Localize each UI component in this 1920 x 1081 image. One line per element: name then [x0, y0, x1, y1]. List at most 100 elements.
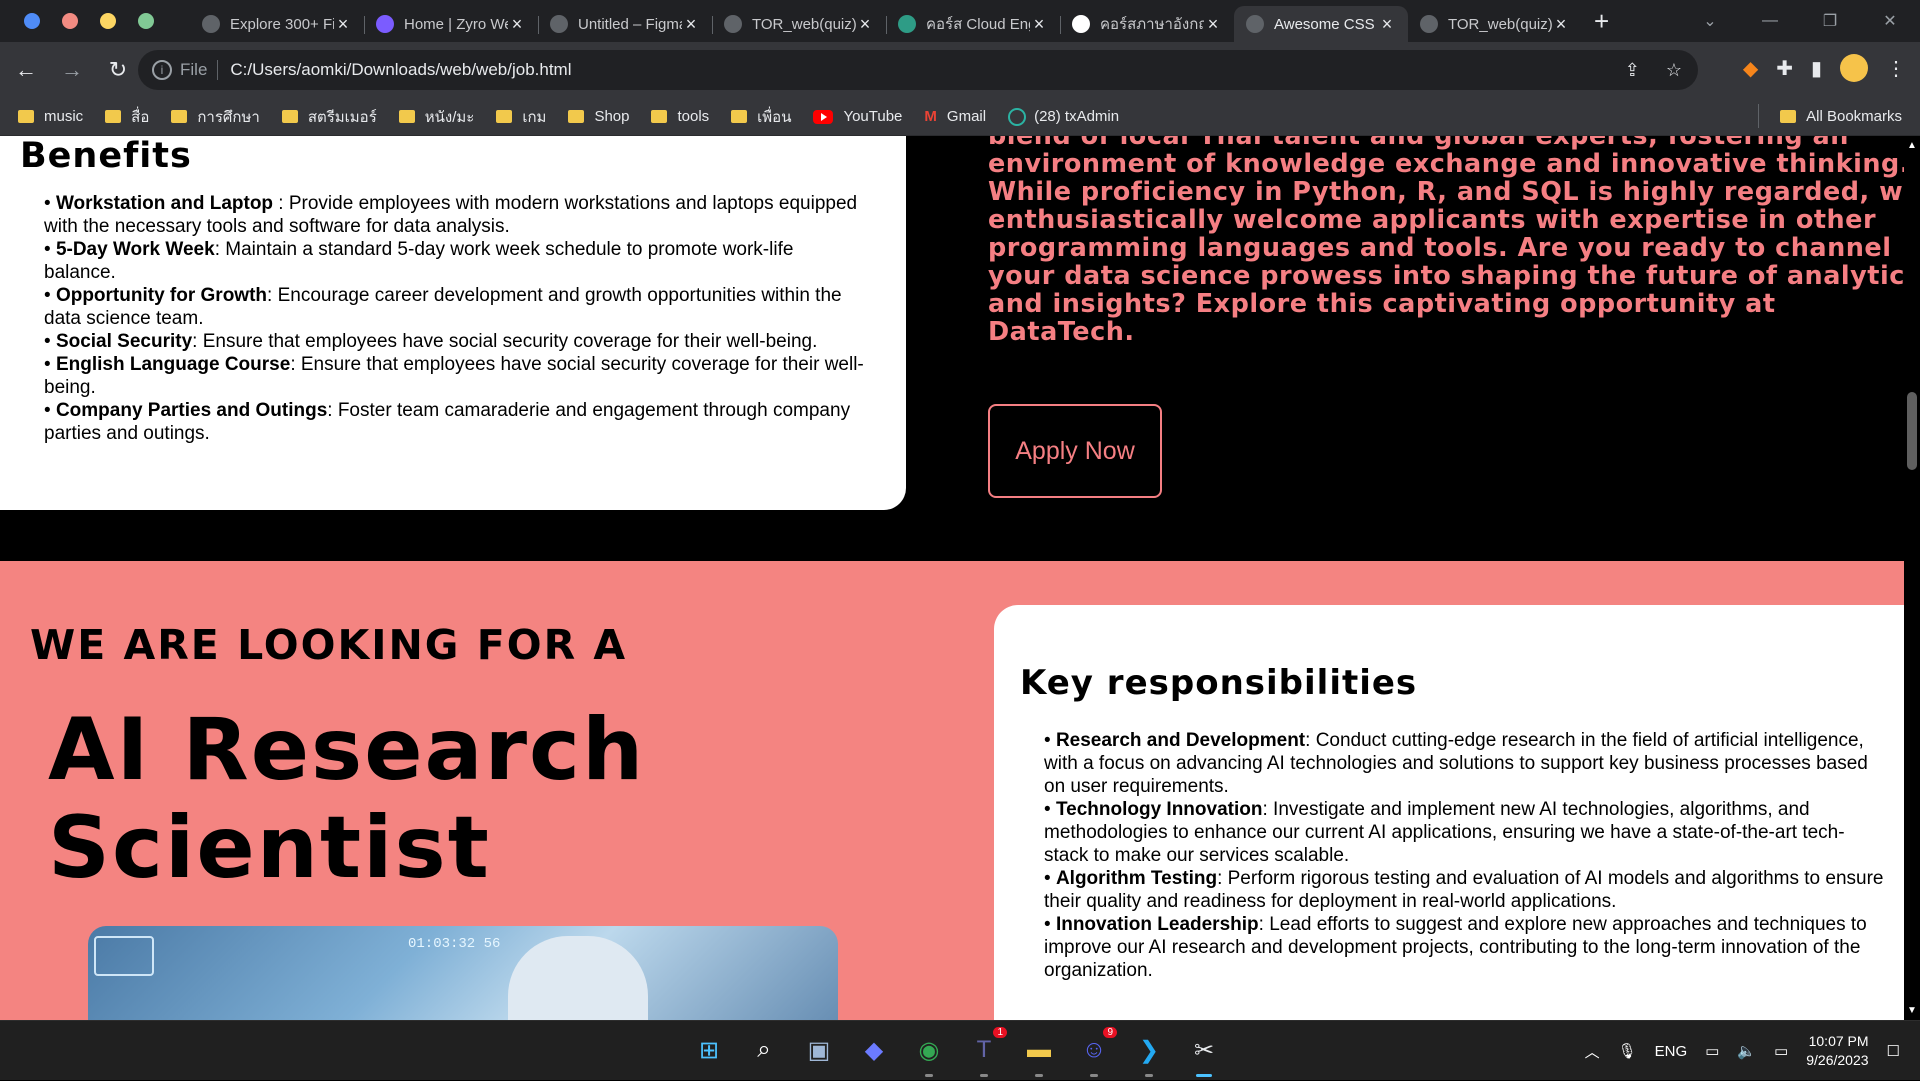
benefits-card: Benefits • Workstation and Laptop : Prov…	[0, 136, 906, 510]
browser-tab[interactable]: คอร์ส Cloud Engineer×	[886, 6, 1060, 42]
apply-now-button[interactable]: Apply Now	[988, 404, 1162, 498]
discord-app[interactable]: ☺ 9	[1075, 1027, 1117, 1077]
scroll-up-arrow-icon[interactable]: ▲	[1907, 140, 1917, 151]
teams-app[interactable]: T1	[965, 1027, 1007, 1077]
job-section: WE ARE LOOKING FOR A AI Research Scienti…	[0, 561, 1904, 1020]
bullet: •	[44, 193, 56, 214]
all-bookmarks-button[interactable]: All Bookmarks	[1758, 104, 1902, 128]
tab-favicon-icon	[898, 15, 916, 33]
bookmark-label: Shop	[594, 108, 630, 125]
microphone-icon[interactable]: 🎙	[1618, 1042, 1637, 1060]
snipping-tool-app[interactable]: ✂	[1185, 1031, 1223, 1077]
browser-tab[interactable]: คอร์สภาษาอังกฤษ×	[1060, 6, 1234, 42]
bookmark-label: music	[44, 108, 84, 125]
volume-icon[interactable]: 🔈	[1737, 1042, 1756, 1060]
system-tray: ︿ 🎙 ENG ▭ 🔈 ▭ 10:07 PM 9/26/2023 ☐	[1585, 1021, 1900, 1081]
responsibilities-card: Key responsibilities • Research and Deve…	[994, 605, 1904, 1020]
tab-close-icon[interactable]: ×	[1030, 14, 1048, 35]
tab-close-icon[interactable]: ×	[856, 14, 874, 35]
reload-button[interactable]: ↻	[98, 57, 138, 83]
copilot-icon: ◆	[864, 1036, 884, 1064]
tab-search-icon[interactable]: ⌄	[1680, 11, 1740, 31]
bookmark-item[interactable]: สตรีมเมอร์	[281, 105, 377, 129]
battery-icon[interactable]: ▭	[1774, 1042, 1788, 1060]
looking-for-heading: WE ARE LOOKING FOR A	[30, 621, 628, 669]
new-tab-button[interactable]: +	[1594, 3, 1609, 39]
copilot-app[interactable]: ◆	[855, 1031, 893, 1069]
forward-button[interactable]: →	[52, 57, 92, 83]
role-title: AI Research Scientist	[48, 700, 646, 898]
vscode-app[interactable]: ❯	[1130, 1031, 1168, 1077]
search-icon: ⌕	[757, 1036, 771, 1063]
bookmark-item[interactable]: Shop	[568, 105, 629, 129]
chrome-app[interactable]: ◉	[910, 1031, 948, 1077]
language-indicator[interactable]: ENG	[1655, 1043, 1688, 1060]
tab-close-icon[interactable]: ×	[682, 14, 700, 35]
bookmark-label: หนัง/มะ	[424, 108, 475, 126]
photo-hud-text: 01:03:32 56	[408, 936, 501, 952]
item-heading: Innovation Leadership	[1055, 914, 1259, 935]
bookmark-item[interactable]: หนัง/มะ	[398, 105, 475, 129]
bookmark-item[interactable]: เกม	[496, 105, 546, 129]
windows-start-app[interactable]: ⊞	[690, 1031, 728, 1069]
show-hidden-icons-icon[interactable]: ︿	[1585, 1041, 1600, 1062]
list-item: • Company Parties and Outings: Foster te…	[44, 399, 864, 445]
browser-tab[interactable]: TOR_web(quiz) ×	[712, 6, 886, 42]
job-intro-paragraph: blend of local Thai talent and global ex…	[988, 136, 1904, 346]
scrollbar-thumb[interactable]	[1907, 392, 1917, 470]
browser-tab[interactable]: TOR_web(quiz) ×	[1408, 6, 1582, 42]
browser-tab[interactable]: Home | Zyro Website×	[364, 6, 538, 42]
item-heading: English Language Course	[55, 354, 291, 375]
url-text[interactable]: C:/Users/aomki/Downloads/web/web/job.htm…	[230, 60, 571, 80]
scientist-figure	[508, 936, 648, 1020]
bookmark-item[interactable]: เพื่อน	[731, 105, 791, 129]
browser-tab[interactable]: Awesome CSS ×	[1234, 6, 1408, 42]
extensions-puzzle-icon[interactable]: ✚	[1776, 56, 1793, 81]
clock[interactable]: 10:07 PM 9/26/2023	[1806, 1032, 1868, 1070]
file-explorer-app[interactable]: ▬	[1020, 1031, 1058, 1077]
bookmark-item[interactable]: tools	[651, 105, 709, 129]
item-heading: Opportunity for Growth	[55, 285, 268, 306]
chrome-menu-icon[interactable]: ⋮	[1886, 56, 1906, 81]
tab-title: Untitled – Figma	[578, 15, 682, 33]
metamask-icon[interactable]: ◆	[1743, 56, 1758, 81]
task-view-app[interactable]: ▣	[800, 1031, 838, 1069]
bookmark-item[interactable]: (28) txAdmin	[1008, 105, 1119, 129]
intro-line: programming languages and tools. Are you…	[988, 233, 1892, 263]
minimize-button[interactable]: —	[1740, 12, 1800, 30]
bookmark-star-icon[interactable]: ☆	[1666, 60, 1682, 81]
browser-tab[interactable]: Explore 300+ Figma×	[190, 6, 364, 42]
close-window-button[interactable]: ✕	[1860, 11, 1920, 31]
item-heading: Research and Development	[1055, 730, 1306, 751]
share-icon[interactable]: ⇪	[1625, 60, 1640, 81]
address-bar[interactable]: i File C:/Users/aomki/Downloads/web/web/…	[138, 50, 1698, 90]
list-item: • Workstation and Laptop : Provide emplo…	[44, 192, 864, 238]
tab-close-icon[interactable]: ×	[1552, 14, 1570, 35]
display-icon[interactable]: ▭	[1705, 1042, 1719, 1060]
tab-close-icon[interactable]: ×	[1378, 14, 1396, 35]
back-button[interactable]: ←	[6, 57, 46, 83]
tab-close-icon[interactable]: ×	[1204, 14, 1222, 35]
notifications-icon[interactable]: ☐	[1887, 1042, 1900, 1060]
search-app[interactable]: ⌕	[745, 1031, 783, 1069]
bookmark-item[interactable]: M Gmail	[924, 105, 986, 129]
bookmark-item[interactable]: YouTube	[813, 105, 902, 129]
tab-list: Explore 300+ Figma×Home | Zyro Website×U…	[190, 0, 1582, 42]
page-scrollbar[interactable]: ▲ ▼	[1904, 136, 1920, 1020]
scroll-down-arrow-icon[interactable]: ▼	[1907, 1005, 1917, 1016]
profile-avatar[interactable]	[1840, 54, 1868, 82]
item-text: : Ensure that employees have social secu…	[192, 331, 818, 352]
task-view-icon: ▣	[807, 1036, 831, 1064]
bullet: •	[44, 239, 56, 260]
site-info-icon[interactable]: i	[152, 60, 172, 80]
bookmark-item[interactable]: music	[18, 105, 83, 129]
maximize-button[interactable]: ❐	[1800, 11, 1860, 31]
browser-tab[interactable]: Untitled – Figma ×	[538, 6, 712, 42]
bookmark-label: Gmail	[946, 108, 987, 125]
bookmark-item[interactable]: การศึกษา	[171, 105, 260, 129]
side-panel-icon[interactable]: ▮	[1811, 56, 1822, 81]
tab-close-icon[interactable]: ×	[334, 14, 352, 35]
tab-close-icon[interactable]: ×	[508, 14, 526, 35]
bookmark-item[interactable]: สื่อ	[105, 105, 149, 129]
vscode-icon: ❯	[1138, 1036, 1160, 1064]
